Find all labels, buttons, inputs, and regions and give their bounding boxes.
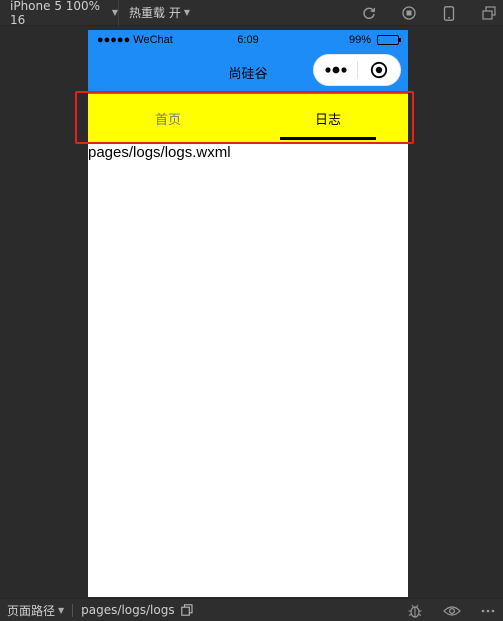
window-icon[interactable] — [481, 5, 497, 21]
more-icon[interactable] — [314, 54, 357, 86]
page-content-text: pages/logs/logs.wxml — [88, 144, 231, 161]
battery-status: 99% — [348, 34, 401, 46]
menu-capsule — [313, 54, 401, 86]
device-label: iPhone 5 100% 16 — [10, 0, 101, 27]
page-path-label: 页面路径 — [7, 603, 56, 618]
tab-logs[interactable]: 日志 — [248, 94, 408, 142]
hot-reload-label: 热重载 开 — [129, 6, 181, 20]
battery-percent: 99% — [348, 34, 371, 46]
device-selector[interactable]: iPhone 5 100% 16 ▼ — [0, 0, 119, 27]
divider — [72, 603, 74, 617]
close-icon[interactable] — [358, 54, 400, 86]
active-tab-indicator — [280, 137, 376, 140]
bottom-status-bar: 页面路径 ▼ pages/logs/logs — [0, 598, 503, 621]
chevron-down-icon: ▼ — [111, 8, 118, 17]
status-bar: ●●●●● WeChat 6:09 99% — [88, 30, 408, 50]
page-path: pages/logs/logs — [81, 603, 193, 617]
chevron-down-icon: ▼ — [58, 605, 65, 615]
top-tab-bar: 首页 日志 — [88, 94, 408, 142]
chevron-down-icon: ▼ — [183, 8, 190, 17]
eye-icon[interactable] — [443, 605, 461, 617]
more-options-icon[interactable] — [481, 609, 495, 613]
hot-reload-toggle[interactable]: 热重载 开 ▼ — [119, 4, 190, 21]
navigation-bar: 尚硅谷 — [88, 50, 408, 94]
phone-icon[interactable] — [441, 5, 457, 21]
phone-screen: ●●●●● WeChat 6:09 99% 尚硅谷 首页 日志 pages/lo… — [88, 30, 408, 597]
toolbar-icons — [337, 0, 497, 26]
stop-icon[interactable] — [401, 5, 417, 21]
copy-icon[interactable] — [180, 604, 193, 616]
bottom-icons — [387, 599, 495, 621]
bug-icon[interactable] — [407, 603, 423, 619]
top-toolbar: iPhone 5 100% 16 ▼ 热重载 开 ▼ — [0, 0, 503, 27]
refresh-icon[interactable] — [361, 5, 377, 21]
tab-home-label: 首页 — [154, 112, 181, 128]
tab-home[interactable]: 首页 — [88, 94, 248, 142]
tab-logs-label: 日志 — [314, 112, 341, 128]
page-path-value: pages/logs/logs — [81, 603, 175, 617]
battery-icon — [377, 35, 401, 45]
page-path-selector[interactable]: 页面路径 ▼ — [0, 602, 64, 619]
